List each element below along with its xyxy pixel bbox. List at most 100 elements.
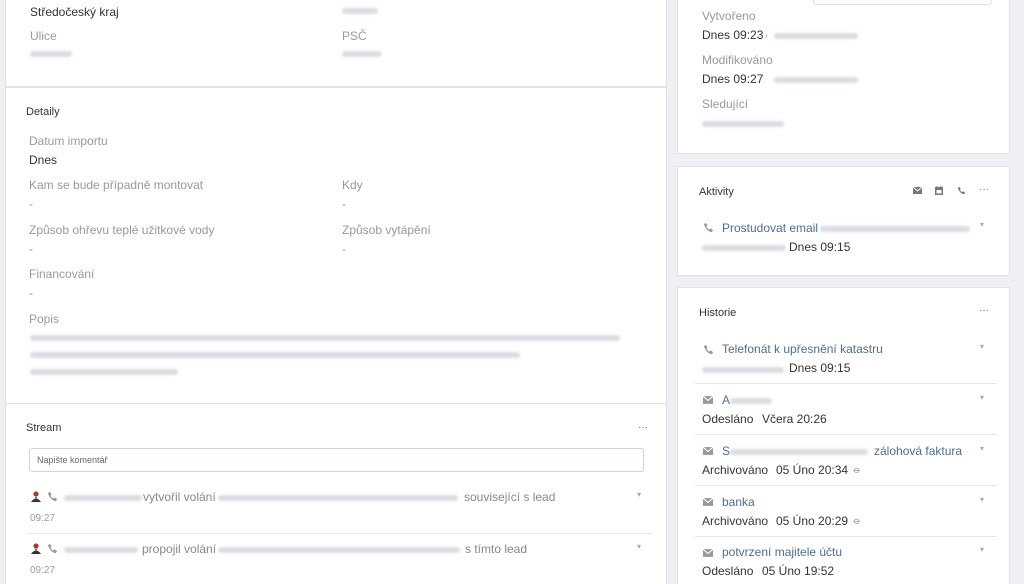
- modified-label: Modifikováno: [702, 53, 773, 67]
- redacted-call: [218, 547, 460, 553]
- history-more-button[interactable]: ···: [979, 305, 989, 316]
- paperclip-icon: ⌀: [851, 463, 863, 477]
- activity-item[interactable]: Prostudovat email ▾ Dnes 09:15: [678, 217, 1011, 262]
- redacted-city: [342, 8, 378, 14]
- chevron-right-icon: ›: [765, 31, 768, 40]
- redacted-activity-detail: [820, 226, 970, 232]
- redacted-creator: [774, 33, 858, 39]
- history-time: Včera 20:26: [762, 412, 827, 426]
- redacted-call: [218, 495, 458, 501]
- history-time: 05 Úno 20:34: [776, 463, 849, 477]
- heating-label: Způsob vytápění: [342, 223, 431, 237]
- history-status: Archivováno: [702, 463, 769, 477]
- history-time: 05 Úno 20:29: [776, 514, 849, 528]
- phone-icon: [46, 490, 58, 502]
- chevron-down-icon[interactable]: ▾: [980, 545, 984, 554]
- mount-value: -: [29, 197, 33, 211]
- stream-action: vytvořil volání: [143, 490, 216, 504]
- calendar-icon[interactable]: [934, 185, 944, 195]
- envelope-icon: [702, 446, 714, 456]
- activities-panel: Aktivity ··· Prostudovat email ▾ Dnes 09…: [677, 166, 1010, 276]
- redacted-modifier: [774, 77, 858, 83]
- created-label: Vytvořeno: [702, 9, 756, 23]
- stream-suffix: související s lead: [464, 490, 556, 504]
- search-box[interactable]: [813, 0, 992, 5]
- history-item[interactable]: A ▾ Odesláno Včera 20:26: [678, 390, 1011, 435]
- stream-time: 09:27: [30, 565, 56, 576]
- history-title[interactable]: potvrzení majitele účtu: [722, 545, 842, 559]
- history-title[interactable]: A: [722, 393, 730, 407]
- phone-icon: [702, 343, 714, 355]
- zip-label: PSČ: [342, 29, 367, 43]
- redacted-assignee: [702, 367, 784, 373]
- redacted-zip: [342, 51, 382, 57]
- street-label: Ulice: [30, 29, 57, 43]
- envelope-icon: [702, 497, 714, 507]
- divider: [26, 533, 652, 534]
- activities-title: Aktivity: [699, 186, 734, 198]
- history-item[interactable]: Telefonát k upřesnění katastru ▾ Dnes 09…: [678, 339, 1011, 384]
- import-date-value: Dnes: [29, 153, 58, 167]
- stream-panel: Stream ··· vytvořil volání související s…: [5, 403, 667, 584]
- water-heating-value: -: [29, 242, 33, 256]
- history-time: 05 Úno 19:52: [762, 564, 835, 578]
- created-value: Dnes 09:23: [702, 28, 764, 42]
- avatar: [30, 490, 42, 502]
- phone-icon[interactable]: [956, 185, 966, 195]
- stream-item: propojil volání s tímto lead ▾ 09:27: [6, 536, 668, 584]
- chevron-down-icon[interactable]: ▾: [980, 342, 984, 351]
- history-time: Dnes 09:15: [789, 361, 851, 375]
- redacted-follower: [702, 121, 784, 127]
- water-heating-label: Způsob ohřevu teplé užitkové vody: [29, 223, 215, 237]
- history-status: Odesláno: [702, 564, 754, 578]
- paperclip-icon: ⌀: [851, 514, 863, 528]
- history-status: Odesláno: [702, 412, 754, 426]
- stream-more-button[interactable]: ···: [638, 422, 648, 433]
- phone-icon: [702, 221, 714, 233]
- history-item[interactable]: S zálohová faktura ▾ Archivováno 05 Úno …: [678, 441, 1011, 486]
- comment-input[interactable]: [29, 448, 644, 472]
- redacted-description-line: [30, 352, 520, 358]
- address-panel: Středočeský kraj Ulice PSČ: [5, 0, 667, 87]
- phone-icon: [46, 542, 58, 554]
- divider: [695, 485, 997, 486]
- chevron-down-icon[interactable]: ▾: [637, 542, 641, 551]
- redacted-assignee: [702, 245, 786, 251]
- history-title[interactable]: Telefonát k upřesnění katastru: [722, 342, 883, 356]
- chevron-down-icon[interactable]: ▾: [637, 490, 641, 499]
- modified-value: Dnes 09:27: [702, 72, 764, 86]
- stream-item: vytvořil volání související s lead ▾ 09:…: [6, 484, 668, 534]
- details-title: Detaily: [26, 106, 60, 118]
- history-title-prefix[interactable]: S: [722, 444, 730, 458]
- history-title: Historie: [699, 307, 737, 319]
- history-item[interactable]: potvrzení majitele účtu ▾ Odesláno 05 Ún…: [678, 543, 1011, 584]
- region-value: Středočeský kraj: [30, 5, 119, 19]
- avatar: [30, 542, 42, 554]
- stream-time: 09:27: [30, 513, 56, 524]
- heating-value: -: [342, 242, 346, 256]
- envelope-icon: [702, 548, 714, 558]
- chevron-down-icon[interactable]: ▾: [980, 495, 984, 504]
- activity-time: Dnes 09:15: [789, 240, 851, 254]
- import-date-label: Datum importu: [29, 134, 108, 148]
- history-title[interactable]: zálohová faktura: [874, 444, 962, 458]
- envelope-icon[interactable]: [912, 185, 922, 195]
- history-panel: Historie ··· Telefonát k upřesnění katas…: [677, 287, 1010, 584]
- when-label: Kdy: [342, 178, 363, 192]
- financing-value: -: [29, 286, 33, 300]
- redacted-description-line: [30, 369, 178, 375]
- history-title[interactable]: banka: [722, 495, 755, 509]
- meta-panel: Vytvořeno Dnes 09:23 › Modifikováno Dnes…: [677, 0, 1010, 154]
- followers-label: Sledující: [702, 97, 749, 111]
- history-item[interactable]: banka ▾ Archivováno 05 Úno 20:29 ⌀: [678, 492, 1011, 537]
- chevron-down-icon[interactable]: ▾: [980, 220, 984, 229]
- activity-title[interactable]: Prostudovat email: [722, 221, 818, 235]
- redacted-description-line: [30, 335, 620, 341]
- activities-more-button[interactable]: ···: [979, 184, 989, 195]
- envelope-icon: [702, 395, 714, 405]
- chevron-down-icon[interactable]: ▾: [980, 393, 984, 402]
- redacted-subject: [730, 449, 868, 455]
- history-status: Archivováno: [702, 514, 769, 528]
- chevron-down-icon[interactable]: ▾: [980, 444, 984, 453]
- redacted-street: [30, 51, 72, 57]
